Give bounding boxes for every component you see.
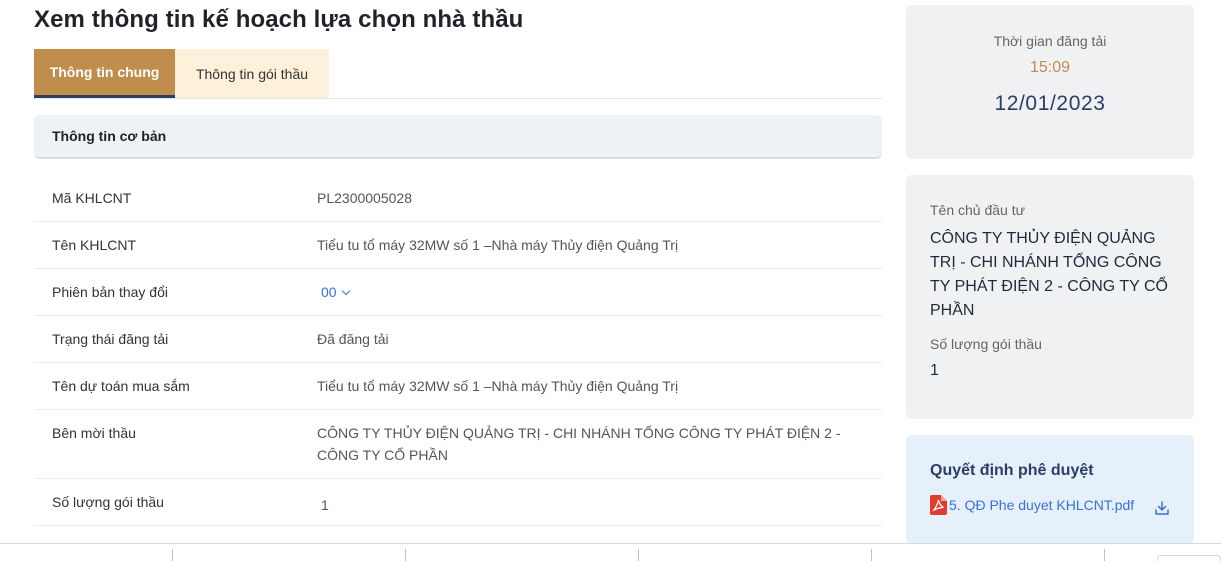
row-value: 1 xyxy=(321,497,329,513)
row-value: Tiểu tu tổ máy 32MW số 1 –Nhà máy Thủy đ… xyxy=(317,378,679,394)
bottom-divider xyxy=(405,549,406,561)
info-table: Mã KHLCNT PL2300005028 Tên KHLCNT Tiểu t… xyxy=(34,175,882,526)
decision-file-link[interactable]: 5. QĐ Phe duyet KHLCNT.pdf xyxy=(930,495,1134,515)
row-label: Bên mời thầu xyxy=(52,425,136,441)
row-value: Tiểu tu tổ máy 32MW số 1 –Nhà máy Thủy đ… xyxy=(317,237,679,253)
bottom-toolbar xyxy=(0,543,1221,561)
publish-date: 12/01/2023 xyxy=(994,92,1106,115)
investor-name: CÔNG TY THỦY ĐIỆN QUẢNG TRỊ - CHI NHÁNH … xyxy=(930,230,1168,319)
table-row: Bên mời thầu CÔNG TY THỦY ĐIỆN QUẢNG TRỊ… xyxy=(34,410,882,479)
row-label: Mã KHLCNT xyxy=(52,190,132,206)
row-label: Phiên bản thay đổi xyxy=(52,284,168,300)
package-count-value: 1 xyxy=(930,362,939,379)
section-header-basic-info: Thông tin cơ bản xyxy=(34,115,882,159)
bottom-divider xyxy=(172,549,173,561)
chevron-down-icon[interactable] xyxy=(341,286,350,296)
table-row: Tên KHLCNT Tiểu tu tổ máy 32MW số 1 –Nhà… xyxy=(34,222,882,269)
approval-decision-title: Quyết định phê duyệt xyxy=(930,462,1094,479)
bottom-divider xyxy=(1104,549,1105,561)
row-label: Tên dự toán mua sắm xyxy=(52,378,190,394)
version-select[interactable]: 00 xyxy=(321,281,866,303)
pdf-file-icon xyxy=(930,495,947,515)
version-value[interactable]: 00 xyxy=(321,284,337,300)
publish-time-card: Thời gian đăng tải 15:09 12/01/2023 xyxy=(906,5,1194,159)
tab-bar: Thông tin chung Thông tin gói thầu xyxy=(34,49,882,99)
table-row: Phiên bản thay đổi 00 xyxy=(34,269,882,316)
package-count-label: Số lượng gói thầu xyxy=(930,336,1042,352)
table-row: Số lượng gói thầu 1 xyxy=(34,479,882,526)
table-row: Tên dự toán mua sắm Tiểu tu tổ máy 32MW … xyxy=(34,363,882,410)
approval-decision-card: Quyết định phê duyệt 5. QĐ Phe duyet KHL… xyxy=(906,435,1194,544)
row-label: Tên KHLCNT xyxy=(52,237,137,253)
bottom-divider xyxy=(871,549,872,561)
tab-general-info[interactable]: Thông tin chung xyxy=(34,49,175,98)
investor-card: Tên chủ đầu tư CÔNG TY THỦY ĐIỆN QUẢNG T… xyxy=(906,175,1194,419)
publish-time: 15:09 xyxy=(1029,59,1071,76)
page: Xem thông tin kế hoạch lựa chọn nhà thầu… xyxy=(0,0,1221,561)
row-value: CÔNG TY THỦY ĐIỆN QUẢNG TRỊ - CHI NHÁNH … xyxy=(317,425,841,463)
row-value: Đã đăng tải xyxy=(317,331,389,347)
row-label: Số lượng gói thầu xyxy=(52,494,164,510)
tab-package-info[interactable]: Thông tin gói thầu xyxy=(175,49,329,98)
page-title: Xem thông tin kế hoạch lựa chọn nhà thầu xyxy=(34,6,524,33)
table-row: Mã KHLCNT PL2300005028 xyxy=(34,175,882,222)
investor-label: Tên chủ đầu tư xyxy=(930,202,1025,218)
row-value: PL2300005028 xyxy=(317,190,412,206)
row-label: Trạng thái đăng tải xyxy=(52,331,169,347)
scroll-corner-button[interactable] xyxy=(1157,555,1221,561)
publish-time-label: Thời gian đăng tải xyxy=(993,33,1107,49)
bottom-divider xyxy=(638,549,639,561)
table-row: Trạng thái đăng tải Đã đăng tải xyxy=(34,316,882,363)
decision-file-name[interactable]: 5. QĐ Phe duyet KHLCNT.pdf xyxy=(949,497,1134,513)
download-icon[interactable] xyxy=(1154,500,1170,516)
